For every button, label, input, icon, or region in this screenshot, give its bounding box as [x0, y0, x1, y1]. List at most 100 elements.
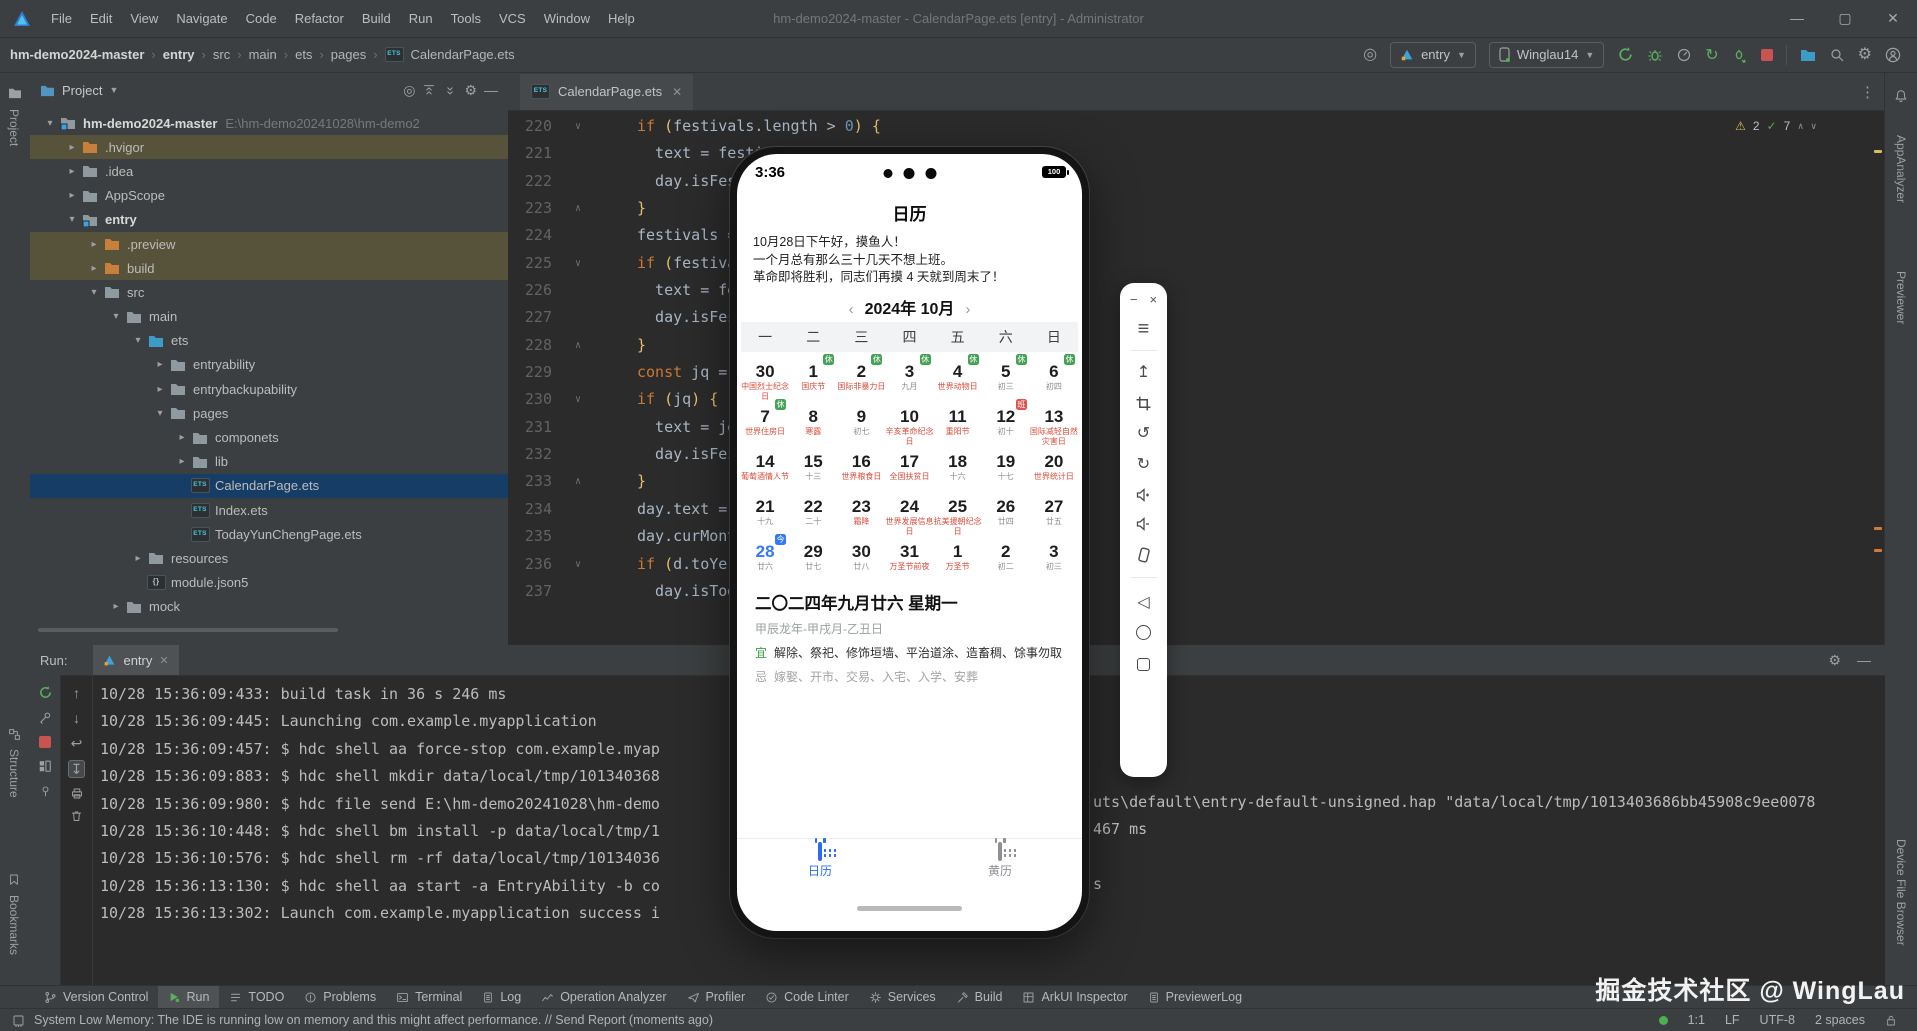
calendar-day-cell[interactable]: 2 初二: [982, 534, 1030, 579]
code-line[interactable]: 224 festivals =: [508, 222, 1885, 249]
tree-chevron-icon[interactable]: ▾: [108, 311, 124, 322]
fold-marker-icon[interactable]: ∨: [552, 386, 604, 413]
tree-item[interactable]: ▸ componets: [30, 425, 508, 449]
calendar-day-cell[interactable]: 21 十九: [741, 489, 789, 536]
tree-item[interactable]: ▸ mock: [30, 595, 508, 619]
tree-item[interactable]: ▸ entryability: [30, 353, 508, 377]
calendar-day-cell[interactable]: 20 世界统计日: [1030, 444, 1078, 489]
maximize-window-icon[interactable]: ▢: [1821, 10, 1869, 27]
down-stacktrace-icon[interactable]: ↓: [73, 710, 80, 726]
calendar-day-cell[interactable]: 30 廿八: [837, 534, 885, 579]
tree-item[interactable]: ▸ resources: [30, 546, 508, 570]
fold-marker-icon[interactable]: [552, 359, 604, 386]
calendar-day-cell[interactable]: 30 中国烈士纪念日: [741, 354, 789, 401]
edit-config-wrench-icon[interactable]: [38, 711, 52, 725]
menu-item[interactable]: Refactor: [286, 11, 353, 26]
calendar-day-cell[interactable]: 10 辛亥革命纪念日: [885, 399, 933, 446]
clear-console-trash-icon[interactable]: [70, 809, 83, 823]
code-line[interactable]: 230 ∨ if (jq) {: [508, 386, 1885, 413]
tool-window-tab[interactable]: Services: [859, 986, 946, 1008]
tool-window-tab[interactable]: PreviewerLog: [1138, 986, 1252, 1008]
tree-chevron-icon[interactable]: ▾: [152, 408, 168, 419]
code-line[interactable]: 220 ∨ if (festivals.length > 0) {: [508, 113, 1885, 140]
calendar-day-cell[interactable]: 休 4 世界动物日: [934, 354, 982, 401]
code-line[interactable]: 235 day.curMonth =: [508, 523, 1885, 550]
calendar-day-cell[interactable]: 27 廿五: [1030, 489, 1078, 536]
close-tab-icon[interactable]: ✕: [672, 85, 682, 99]
tree-item[interactable]: ▾ ets: [30, 329, 508, 353]
fold-marker-icon[interactable]: [552, 222, 604, 249]
code-line[interactable]: 226 text = festivals: [508, 277, 1885, 304]
rotate-device-icon[interactable]: [1134, 545, 1154, 565]
code-line[interactable]: 236 ∨ if (d.toYe: [508, 551, 1885, 578]
tool-window-tab[interactable]: Run: [158, 986, 219, 1008]
project-hscrollbar[interactable]: [38, 628, 338, 632]
bookmarks-tool-icon[interactable]: [8, 873, 20, 886]
code-line[interactable]: 222 day.isFestival = true: [508, 168, 1885, 195]
tree-item[interactable]: ETS TodayYunChengPage.ets: [30, 522, 508, 546]
tool-window-tab[interactable]: Terminal: [386, 986, 472, 1008]
code-line[interactable]: 234 day.text =: [508, 496, 1885, 523]
tree-item[interactable]: ▾ src: [30, 280, 508, 304]
tree-item[interactable]: ETS CalendarPage.ets: [30, 474, 508, 498]
run-button[interactable]: [1617, 46, 1634, 63]
tree-chevron-icon[interactable]: ▸: [108, 601, 124, 612]
locate-icon[interactable]: ◎: [1363, 47, 1377, 63]
menu-item[interactable]: Edit: [81, 11, 121, 26]
fold-marker-icon[interactable]: [552, 140, 604, 167]
calendar-day-cell[interactable]: 休 2 国际非暴力日: [837, 354, 885, 401]
volume-up-icon[interactable]: [1135, 487, 1153, 503]
calendar-day-cell[interactable]: 3 初三: [1030, 534, 1078, 579]
print-icon[interactable]: [70, 787, 84, 800]
calendar-day-cell[interactable]: 29 廿七: [789, 534, 837, 579]
run-settings-gear-icon[interactable]: ⚙: [1828, 652, 1841, 668]
tree-chevron-icon[interactable]: ▸: [86, 239, 102, 250]
tool-window-tab[interactable]: Code Linter: [755, 986, 859, 1008]
code-line[interactable]: 231 text = jq: [508, 414, 1885, 441]
breadcrumb-item[interactable]: entry: [163, 47, 195, 62]
hide-run-panel-icon[interactable]: —: [1857, 652, 1871, 668]
calendar-day-cell[interactable]: 1 万圣节: [934, 534, 982, 579]
calendar-day-cell[interactable]: 22 二十: [789, 489, 837, 536]
calendar-day-cell[interactable]: 休 1 国庆节: [789, 354, 837, 401]
code-line[interactable]: 225 ∨ if (festivals: [508, 250, 1885, 277]
breadcrumb-item[interactable]: src: [213, 47, 230, 62]
cursor-position[interactable]: 1:1: [1688, 1013, 1705, 1027]
project-tool-icon[interactable]: [8, 87, 22, 99]
status-message[interactable]: System Low Memory: The IDE is running lo…: [34, 1013, 713, 1027]
scroll-to-end-icon[interactable]: ↧: [68, 760, 86, 778]
code-line[interactable]: 233 ∧ }: [508, 468, 1885, 495]
calendar-day-cell[interactable]: 18 十六: [934, 444, 982, 489]
fold-marker-icon[interactable]: [552, 523, 604, 550]
stop-process-button[interactable]: [39, 736, 51, 748]
calendar-day-cell[interactable]: 24 世界发展信息日: [885, 489, 933, 536]
attach-debugger-button[interactable]: [1732, 47, 1748, 63]
next-month-icon[interactable]: ›: [954, 301, 981, 318]
tree-item[interactable]: ▸ lib: [30, 450, 508, 474]
calendar-day-cell[interactable]: 11 重阳节: [934, 399, 982, 446]
device-selector[interactable]: Winglau14▼: [1489, 42, 1604, 68]
tool-window-tab[interactable]: Profiler: [677, 986, 756, 1008]
menu-item[interactable]: Window: [535, 11, 599, 26]
tree-item[interactable]: ETS Index.ets: [30, 498, 508, 522]
tree-item[interactable]: ▸ entrybackupability: [30, 377, 508, 401]
code-line[interactable]: 232 day.isFestival =: [508, 441, 1885, 468]
tree-chevron-icon[interactable]: ▸: [152, 384, 168, 395]
calendar-day-cell[interactable]: 休 7 世界住房日: [741, 399, 789, 446]
calendar-day-cell[interactable]: 15 十三: [789, 444, 837, 489]
code-line[interactable]: 228 ∧ }: [508, 332, 1885, 359]
calendar-day-cell[interactable]: 25 抗美援朝纪念日: [934, 489, 982, 536]
tree-item[interactable]: ▸ .hvigor: [30, 135, 508, 159]
home-indicator[interactable]: [857, 906, 962, 911]
fold-marker-icon[interactable]: ∧: [552, 468, 604, 495]
menu-item[interactable]: VCS: [490, 11, 535, 26]
console-log[interactable]: 10/28 15:36:09:433: build task in 36 s 2…: [100, 681, 660, 928]
menu-item[interactable]: Navigate: [167, 11, 236, 26]
tree-chevron-icon[interactable]: ▸: [64, 166, 80, 177]
collapse-all-icon[interactable]: [443, 83, 457, 97]
calendar-day-cell[interactable]: 8 寒露: [789, 399, 837, 446]
menu-item[interactable]: File: [42, 11, 81, 26]
calendar-day-cell[interactable]: 23 霜降: [837, 489, 885, 536]
tree-item[interactable]: ▾ main: [30, 305, 508, 329]
settings-gear-icon[interactable]: ⚙: [1858, 47, 1872, 63]
